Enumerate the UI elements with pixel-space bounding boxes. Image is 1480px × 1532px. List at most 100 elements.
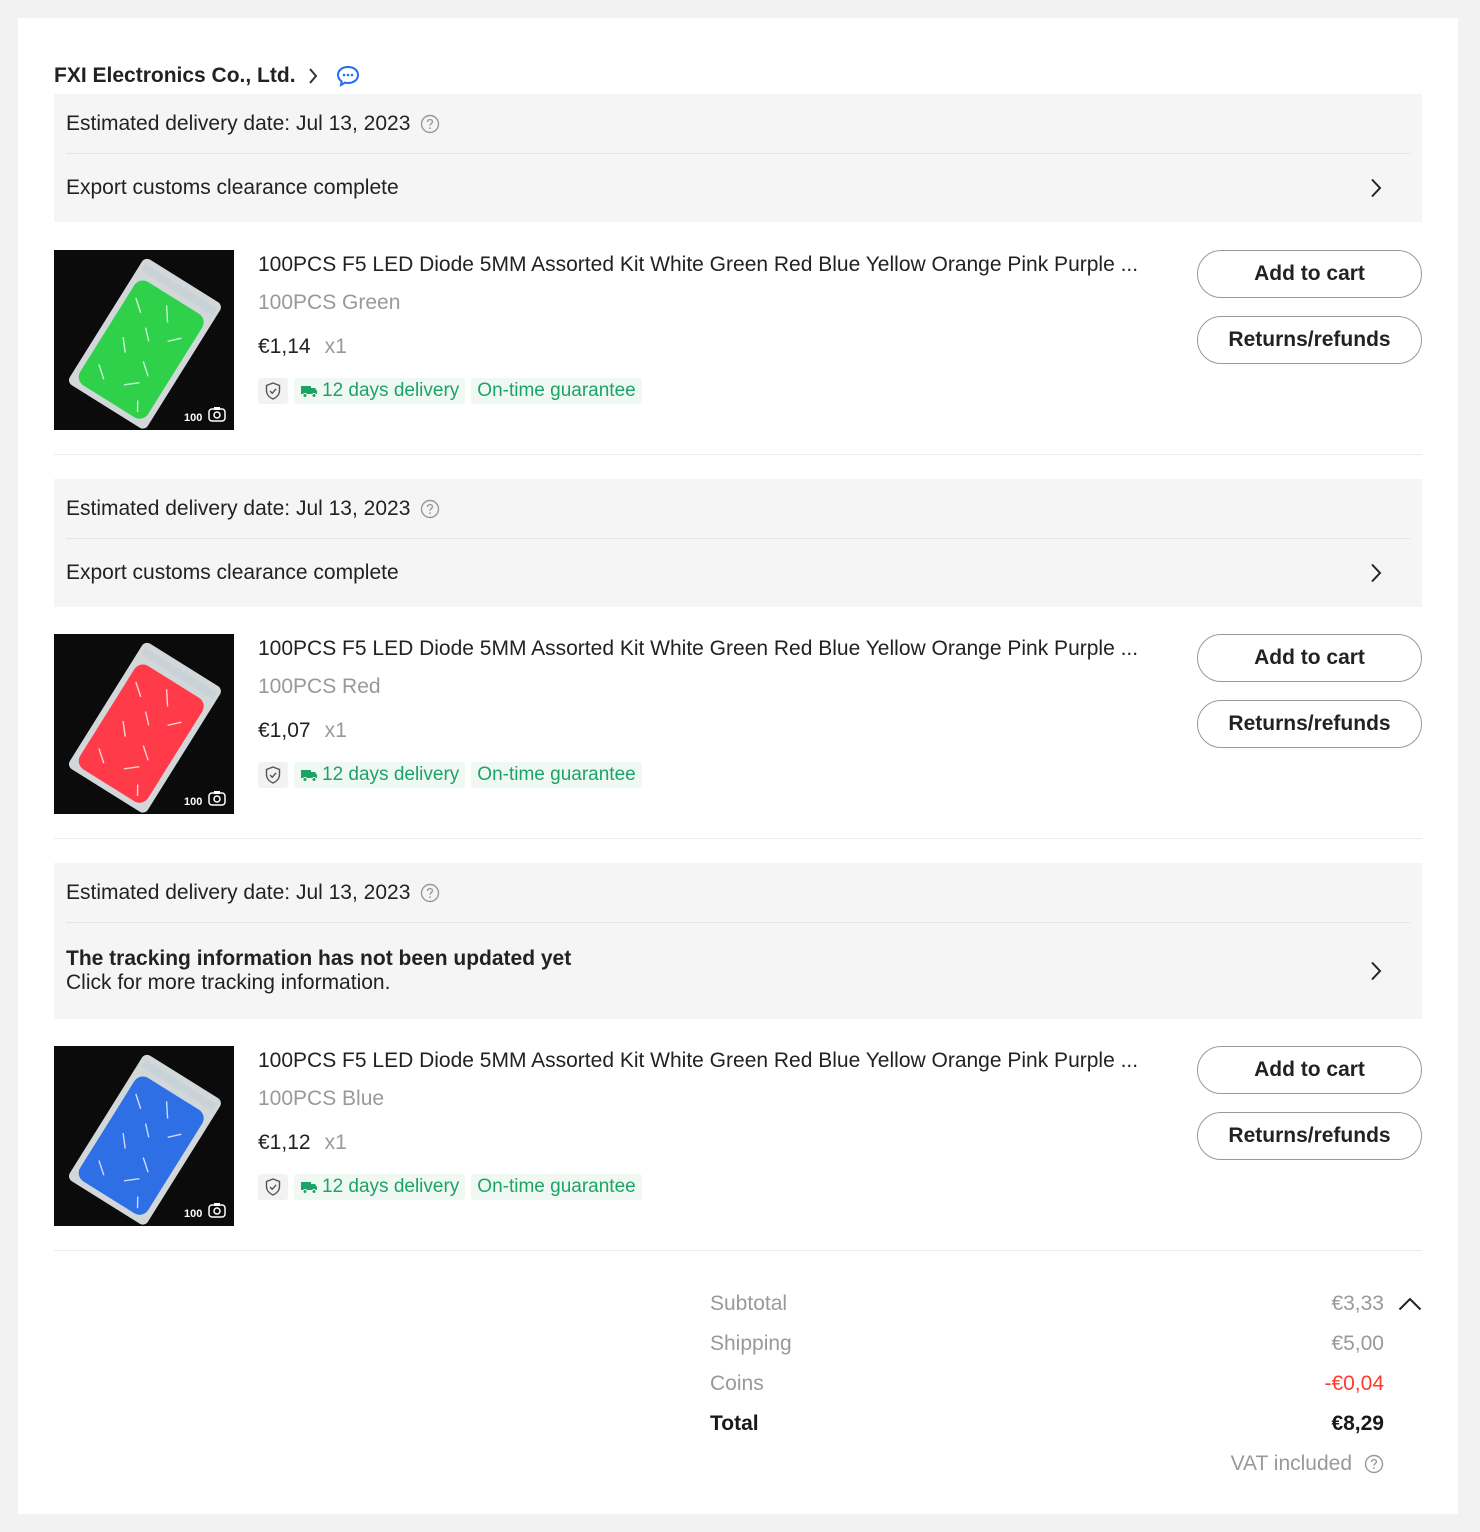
chevron-up-icon[interactable] [1398, 1297, 1422, 1311]
product-variant: 100PCS Red [258, 675, 381, 698]
coins-row: Coins -€0,04 [710, 1364, 1422, 1404]
estimated-delivery-text: Estimated delivery date: Jul 13, 2023 [66, 496, 411, 520]
returns-refunds-button[interactable]: Returns/refunds [1197, 316, 1422, 364]
tracking-status-subtitle: Click for more tracking information. [66, 971, 391, 994]
help-icon[interactable] [1364, 1454, 1384, 1474]
help-icon[interactable] [420, 883, 440, 903]
estimated-delivery: Estimated delivery date: Jul 13, 2023 [66, 94, 1410, 154]
delivery-tag: 12 days delivery [294, 378, 466, 404]
store-name[interactable]: FXI Electronics Co., Ltd. [54, 64, 296, 88]
truck-icon [300, 1180, 318, 1194]
coins-label: Coins [710, 1372, 764, 1395]
product-thumbnail[interactable]: 100 [54, 634, 234, 814]
delivery-status-block[interactable]: Estimated delivery date: Jul 13, 2023 Ex… [54, 94, 1422, 222]
total-value: €8,29 [1331, 1412, 1384, 1435]
delivery-status-block[interactable]: Estimated delivery date: Jul 13, 2023 Th… [54, 863, 1422, 1019]
coins-value: -€0,04 [1324, 1372, 1384, 1395]
chevron-right-icon[interactable] [308, 68, 318, 84]
store-header[interactable]: FXI Electronics Co., Ltd. [54, 62, 360, 90]
delivery-status-block[interactable]: Estimated delivery date: Jul 13, 2023 Ex… [54, 479, 1422, 607]
delivery-tag-text: 12 days delivery [322, 764, 460, 785]
product-thumbnail[interactable]: 100 [54, 1046, 234, 1226]
subtotal-row[interactable]: Subtotal €3,33 [710, 1284, 1422, 1324]
product-price: €1,12 [258, 1131, 311, 1154]
chevron-right-icon[interactable] [1370, 178, 1382, 198]
tracking-status[interactable]: Export customs clearance complete [66, 154, 1410, 222]
estimated-delivery: Estimated delivery date: Jul 13, 2023 [66, 863, 1410, 923]
total-row: Total €8,29 [710, 1404, 1422, 1444]
subtotal-value: €3,33 [1331, 1292, 1384, 1315]
camera-icon[interactable] [208, 1202, 226, 1218]
product-title[interactable]: 100PCS F5 LED Diode 5MM Assorted Kit Whi… [258, 634, 1158, 664]
total-label: Total [710, 1412, 759, 1435]
truck-icon [300, 768, 318, 782]
shield-check-icon [258, 378, 288, 404]
subtotal-label: Subtotal [710, 1292, 788, 1315]
chevron-right-icon[interactable] [1370, 563, 1382, 583]
shipping-row: Shipping €5,00 [710, 1324, 1422, 1364]
order-item: 100 100PCS F5 LED Diode 5MM Assorted Kit… [54, 250, 1422, 455]
tracking-status[interactable]: Export customs clearance complete [66, 539, 1410, 607]
shipping-label: Shipping [710, 1332, 792, 1355]
product-info: 100PCS F5 LED Diode 5MM Assorted Kit Whi… [258, 250, 1158, 404]
order-summary: Subtotal €3,33 Shipping €5,00 Coins -€0,… [710, 1284, 1422, 1484]
guarantee-tag: On-time guarantee [471, 762, 642, 788]
add-to-cart-button[interactable]: Add to cart [1197, 250, 1422, 298]
vat-text: VAT included [1230, 1452, 1352, 1475]
order-item: 100 100PCS F5 LED Diode 5MM Assorted Kit… [54, 1046, 1422, 1251]
delivery-tags: 12 days delivery On-time guarantee [258, 762, 1158, 788]
returns-refunds-button[interactable]: Returns/refunds [1197, 1112, 1422, 1160]
shipping-value: €5,00 [1331, 1332, 1384, 1355]
truck-icon [300, 384, 318, 398]
product-quantity: x1 [324, 719, 347, 742]
image-count: 100 [184, 796, 203, 808]
product-title[interactable]: 100PCS F5 LED Diode 5MM Assorted Kit Whi… [258, 250, 1158, 280]
delivery-tag-text: 12 days delivery [322, 1176, 460, 1197]
delivery-tag: 12 days delivery [294, 762, 466, 788]
product-title[interactable]: 100PCS F5 LED Diode 5MM Assorted Kit Whi… [258, 1046, 1158, 1076]
help-icon[interactable] [420, 114, 440, 134]
delivery-tag-text: 12 days delivery [322, 380, 460, 401]
camera-icon[interactable] [208, 790, 226, 806]
order-card: FXI Electronics Co., Ltd. Estimated deli… [18, 18, 1458, 1514]
product-info: 100PCS F5 LED Diode 5MM Assorted Kit Whi… [258, 634, 1158, 788]
add-to-cart-button[interactable]: Add to cart [1197, 634, 1422, 682]
product-bag-image [54, 250, 234, 430]
vat-row: VAT included [710, 1444, 1422, 1484]
product-quantity: x1 [324, 1131, 347, 1154]
product-quantity: x1 [324, 335, 347, 358]
product-thumbnail[interactable]: 100 [54, 250, 234, 430]
delivery-tag: 12 days delivery [294, 1174, 466, 1200]
image-count: 100 [184, 1208, 203, 1220]
tracking-status[interactable]: The tracking information has not been up… [66, 923, 1410, 1019]
camera-icon[interactable] [208, 406, 226, 422]
product-price-row: €1,14 x1 [258, 332, 1158, 362]
delivery-tags: 12 days delivery On-time guarantee [258, 1174, 1158, 1200]
product-price: €1,14 [258, 335, 311, 358]
product-price: €1,07 [258, 719, 311, 742]
image-count: 100 [184, 412, 203, 424]
chat-icon[interactable] [336, 65, 360, 87]
tracking-status-title: The tracking information has not been up… [66, 947, 572, 970]
product-variant: 100PCS Green [258, 291, 401, 314]
delivery-tags: 12 days delivery On-time guarantee [258, 378, 1158, 404]
estimated-delivery-text: Estimated delivery date: Jul 13, 2023 [66, 880, 411, 904]
order-item: 100 100PCS F5 LED Diode 5MM Assorted Kit… [54, 634, 1422, 839]
guarantee-tag: On-time guarantee [471, 378, 642, 404]
product-bag-image [54, 634, 234, 814]
shield-check-icon [258, 762, 288, 788]
shield-check-icon [258, 1174, 288, 1200]
help-icon[interactable] [420, 499, 440, 519]
tracking-status-title: Export customs clearance complete [66, 176, 399, 199]
add-to-cart-button[interactable]: Add to cart [1197, 1046, 1422, 1094]
vat-note: VAT included [1231, 1452, 1384, 1476]
product-info: 100PCS F5 LED Diode 5MM Assorted Kit Whi… [258, 1046, 1158, 1200]
product-price-row: €1,07 x1 [258, 716, 1158, 746]
guarantee-tag: On-time guarantee [471, 1174, 642, 1200]
estimated-delivery: Estimated delivery date: Jul 13, 2023 [66, 479, 1410, 539]
chevron-right-icon[interactable] [1370, 961, 1382, 981]
returns-refunds-button[interactable]: Returns/refunds [1197, 700, 1422, 748]
product-price-row: €1,12 x1 [258, 1128, 1158, 1158]
product-variant: 100PCS Blue [258, 1087, 385, 1110]
product-bag-image [54, 1046, 234, 1226]
